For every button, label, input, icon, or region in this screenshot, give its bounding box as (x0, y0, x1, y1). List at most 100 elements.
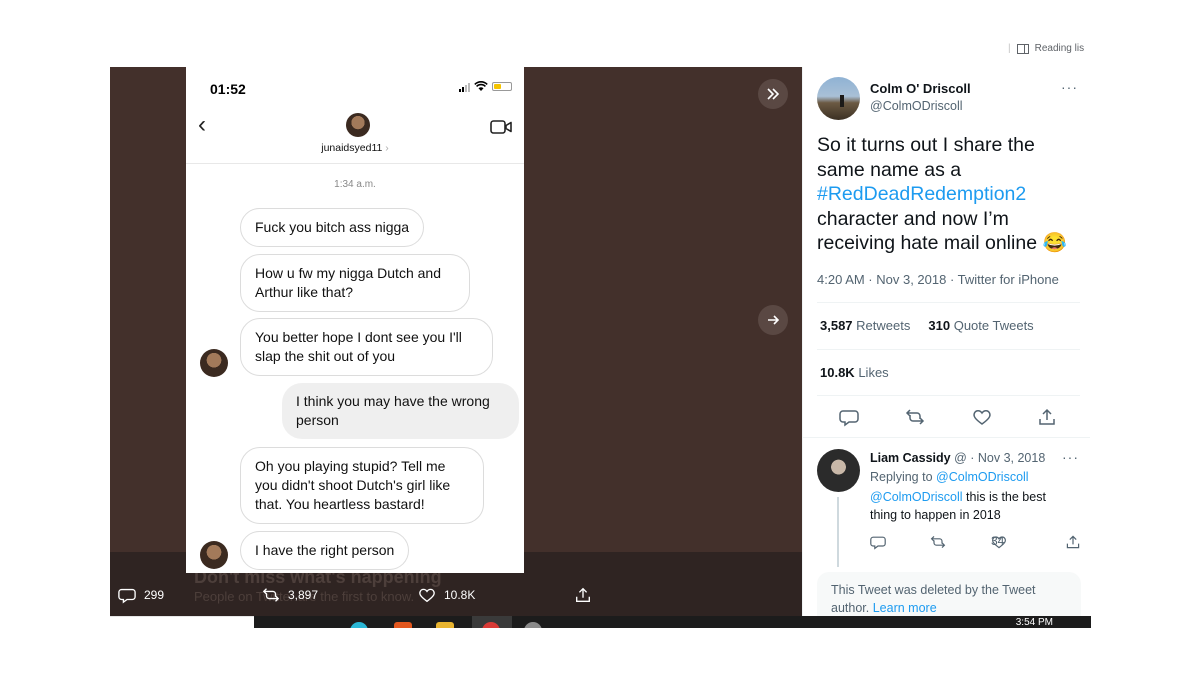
tweet-detail-panel: Colm O' Driscoll @ColmODriscoll ··· So i… (802, 67, 1090, 616)
reply-author-avatar[interactable] (817, 449, 860, 492)
taskbar-clock[interactable]: 3:54 PM (1016, 617, 1053, 628)
wifi-icon (474, 81, 488, 91)
retweet-button[interactable] (905, 407, 925, 427)
learn-more-link[interactable]: Learn more (873, 601, 937, 615)
reply-reply-button[interactable] (870, 534, 886, 550)
retweet-icon (930, 535, 946, 549)
heart-icon (973, 410, 991, 425)
tweet-timestamp[interactable]: 4:20 AM · Nov 3, 2018 · Twitter for iPho… (817, 272, 1059, 287)
share-icon (1039, 408, 1055, 425)
divider (817, 349, 1080, 350)
phone-status-icons (459, 81, 512, 92)
back-chevron-icon: ‹ (198, 111, 206, 138)
tweet-text-part: So it turns out I share the same name as… (817, 134, 1035, 181)
reply-author-name[interactable]: Liam Cassidy (870, 451, 951, 465)
replying-to-handle[interactable]: @ColmODriscoll (936, 470, 1029, 484)
likes-label: Likes (858, 365, 889, 380)
office-app-icon[interactable] (394, 622, 412, 628)
message-bubble: How u fw my nigga Dutch and Arthur like … (240, 254, 470, 312)
header-divider (186, 163, 524, 164)
reading-list-button[interactable]: | Reading lis (1008, 43, 1084, 54)
media-like-count: 10.8K (444, 588, 476, 602)
video-call-icon (490, 120, 512, 134)
more-options-icon[interactable]: ··· (1061, 79, 1078, 95)
author-handle[interactable]: @ColmODriscoll (870, 99, 963, 113)
divider (817, 302, 1080, 303)
reply-button[interactable] (839, 407, 859, 427)
retweet-icon (262, 588, 280, 602)
phone-status-bar: 01:52 (186, 67, 524, 107)
quote-label: Quote Tweets (953, 318, 1034, 333)
message-bubble: You better hope I dont see you I'll slap… (240, 318, 493, 376)
hashtag-link[interactable]: #RedDeadRedemption2 (817, 183, 1026, 205)
author-avatar[interactable] (817, 77, 860, 120)
message-bubble: Oh you playing stupid? Tell me you didn'… (240, 447, 484, 524)
tweet-action-bar (839, 407, 1059, 427)
battery-icon (492, 82, 512, 91)
mention-link[interactable]: @ColmODriscoll (870, 490, 963, 504)
edge-browser-icon[interactable] (350, 622, 368, 628)
tweet-text: So it turns out I share the same name as… (817, 133, 1087, 256)
toolbar-separator: | (1008, 43, 1011, 54)
like-button[interactable] (972, 407, 992, 427)
next-media-button[interactable] (758, 305, 788, 335)
media-like-button[interactable]: 10.8K (418, 586, 475, 604)
share-icon (1066, 535, 1080, 549)
share-button[interactable] (1037, 407, 1057, 427)
retweets-stat[interactable]: 3,587 Retweets (820, 318, 910, 333)
reading-list-label: Reading lis (1034, 43, 1085, 54)
media-share-button[interactable] (574, 586, 592, 604)
reply-text: @ColmODriscoll this is the best thing to… (870, 488, 1070, 524)
more-options-icon[interactable]: ··· (1062, 449, 1079, 465)
message-bubble: Fuck you bitch ass nigga (240, 208, 425, 247)
reply-like-button[interactable]: 34 (991, 534, 1007, 550)
speech-bubble-icon (839, 410, 859, 427)
quote-tweets-stat[interactable]: 310 Quote Tweets (928, 318, 1033, 333)
likes-stat[interactable]: 10.8K Likes (820, 365, 889, 380)
file-explorer-icon[interactable] (436, 622, 454, 628)
speech-bubble-icon (118, 588, 136, 604)
reply-like-count: 34 (991, 534, 1005, 548)
settings-app-icon[interactable] (524, 622, 542, 628)
reply-retweet-button[interactable] (930, 534, 946, 550)
retweets-label: Retweets (856, 318, 911, 333)
message-bubble-sent: I think you may have the wrong person (282, 383, 519, 439)
screen: | Reading lis Don't miss what's happenin… (0, 0, 1200, 675)
divider (817, 395, 1080, 396)
media-reply-button[interactable]: 299 (118, 586, 164, 604)
retweet-icon (905, 409, 925, 425)
signal-icon (459, 82, 470, 92)
reply-share-button[interactable] (1065, 534, 1081, 550)
arrow-right-icon (768, 315, 780, 325)
sender-avatar (200, 349, 228, 377)
reply-action-bar: 34 (870, 534, 1085, 552)
media-reply-count: 299 (144, 588, 165, 602)
avatar-figure (840, 95, 844, 107)
deleted-tweet-notice: This Tweet was deleted by the Tweet auth… (817, 572, 1081, 616)
message-bubble: I have the right person (240, 531, 410, 570)
message-timestamp: 1:34 a.m. (334, 179, 376, 190)
tweet-stats: 3,587 Retweets 310 Quote Tweets (820, 318, 1034, 333)
page-bottom-strip (110, 616, 254, 628)
reply-header: Liam Cassidy @ · Nov 3, 2018 (870, 451, 1045, 465)
contact-username: junaidsyed11 › (186, 142, 524, 154)
share-icon (576, 587, 590, 602)
collapse-panel-button[interactable] (758, 79, 788, 109)
phone-status-time: 01:52 (210, 81, 246, 97)
dm-screenshot-image: 01:52 ‹ junaidsyed11 › 1:34 a.m. Fuck yo… (186, 67, 524, 573)
double-chevron-right-icon (767, 88, 780, 100)
author-name[interactable]: Colm O' Driscoll (870, 81, 971, 96)
media-viewer: Don't miss what's happening People on Tw… (110, 67, 802, 628)
windows-taskbar: 3:54 PM (254, 616, 1091, 628)
media-action-bar: 299 3,897 10.8K (110, 586, 802, 606)
thread-line (837, 497, 839, 567)
replying-to-label: Replying to (870, 470, 933, 484)
heart-icon (419, 588, 435, 603)
retweets-count: 3,587 (820, 318, 853, 333)
chevron-right-icon: › (385, 142, 389, 154)
quote-count: 310 (928, 318, 951, 333)
reply-tweet[interactable]: Liam Cassidy @ · Nov 3, 2018 ··· Replyin… (803, 439, 1090, 567)
reading-list-icon (1016, 43, 1029, 54)
media-retweet-button[interactable]: 3,897 (262, 586, 318, 604)
replying-to: Replying to @ColmODriscoll (870, 470, 1029, 484)
